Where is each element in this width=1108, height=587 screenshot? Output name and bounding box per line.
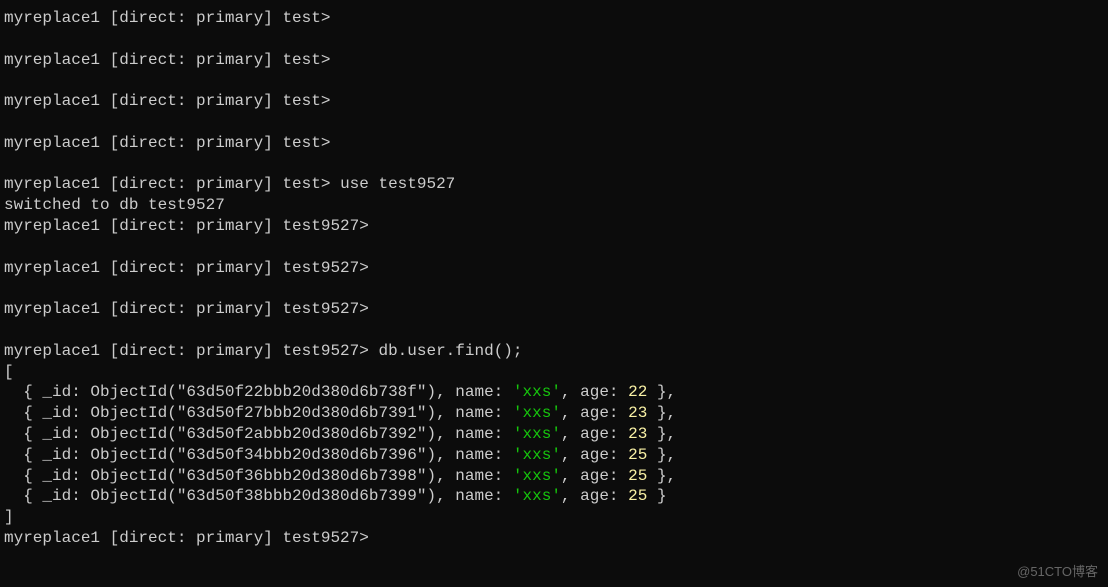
quote-icon: ': [513, 487, 523, 505]
record-mid: , age:: [561, 383, 628, 401]
result-record: { _id: ObjectId("63d50f2abbb20d380d6b739…: [0, 424, 1108, 445]
blank-line: [0, 320, 1108, 341]
result-record: { _id: ObjectId("63d50f38bbb20d380d6b739…: [0, 486, 1108, 507]
result-record: { _id: ObjectId("63d50f22bbb20d380d6b738…: [0, 382, 1108, 403]
quote-icon: ': [551, 467, 561, 485]
quote-icon: ': [551, 383, 561, 401]
result-bracket-open: [: [0, 362, 1108, 383]
blank-line: [0, 29, 1108, 50]
result-record: { _id: ObjectId("63d50f36bbb20d380d6b739…: [0, 466, 1108, 487]
record-suffix: },: [647, 383, 676, 401]
blank-line: [0, 70, 1108, 91]
prompt-test9527: myreplace1 [direct: primary] test9527>: [4, 300, 369, 318]
prompt-test9527: myreplace1 [direct: primary] test9527>: [4, 529, 369, 547]
record-age: 23: [628, 404, 647, 422]
prompt-test: myreplace1 [direct: primary] test>: [4, 134, 330, 152]
result-record: { _id: ObjectId("63d50f27bbb20d380d6b739…: [0, 403, 1108, 424]
record-prefix: { _id: ObjectId("63d50f36bbb20d380d6b739…: [4, 467, 513, 485]
find-command: db.user.find();: [378, 342, 522, 360]
result-bracket-close: ]: [0, 507, 1108, 528]
record-prefix: { _id: ObjectId("63d50f22bbb20d380d6b738…: [4, 383, 513, 401]
command-line: myreplace1 [direct: primary] test9527> d…: [0, 341, 1108, 362]
record-suffix: },: [647, 425, 676, 443]
switched-message: switched to db test9527: [4, 196, 225, 214]
use-command: use test9527: [340, 175, 455, 193]
record-mid: , age:: [561, 467, 628, 485]
record-suffix: },: [647, 467, 676, 485]
record-name: xxs: [523, 446, 552, 464]
quote-icon: ': [551, 425, 561, 443]
prompt-line[interactable]: myreplace1 [direct: primary] test9527>: [0, 528, 1108, 549]
quote-icon: ': [513, 404, 523, 422]
quote-icon: ': [551, 487, 561, 505]
prompt-test9527: myreplace1 [direct: primary] test9527>: [4, 259, 369, 277]
quote-icon: ': [551, 404, 561, 422]
prompt-test: myreplace1 [direct: primary] test>: [4, 51, 330, 69]
prompt-test9527: myreplace1 [direct: primary] test9527>: [4, 217, 369, 235]
record-mid: , age:: [561, 487, 628, 505]
record-age: 23: [628, 425, 647, 443]
quote-icon: ': [513, 446, 523, 464]
record-name: xxs: [523, 487, 552, 505]
prompt-line: myreplace1 [direct: primary] test>: [0, 133, 1108, 154]
blank-line: [0, 237, 1108, 258]
result-record: { _id: ObjectId("63d50f34bbb20d380d6b739…: [0, 445, 1108, 466]
blank-line: [0, 154, 1108, 175]
prompt-line: myreplace1 [direct: primary] test>: [0, 91, 1108, 112]
prompt-line: myreplace1 [direct: primary] test>: [0, 8, 1108, 29]
record-prefix: { _id: ObjectId("63d50f2abbb20d380d6b739…: [4, 425, 513, 443]
prompt-line: myreplace1 [direct: primary] test9527>: [0, 299, 1108, 320]
record-name: xxs: [523, 404, 552, 422]
prompt-test9527: myreplace1 [direct: primary] test9527>: [4, 342, 369, 360]
prompt-line: myreplace1 [direct: primary] test>: [0, 50, 1108, 71]
quote-icon: ': [513, 383, 523, 401]
watermark: @51CTO博客: [1017, 564, 1098, 581]
record-name: xxs: [523, 425, 552, 443]
record-age: 22: [628, 383, 647, 401]
record-suffix: }: [647, 487, 666, 505]
blank-line: [0, 112, 1108, 133]
output-line: switched to db test9527: [0, 195, 1108, 216]
blank-line: [0, 278, 1108, 299]
record-suffix: },: [647, 446, 676, 464]
quote-icon: ': [551, 446, 561, 464]
quote-icon: ': [513, 467, 523, 485]
record-prefix: { _id: ObjectId("63d50f38bbb20d380d6b739…: [4, 487, 513, 505]
command-line: myreplace1 [direct: primary] test> use t…: [0, 174, 1108, 195]
prompt-line: myreplace1 [direct: primary] test9527>: [0, 216, 1108, 237]
record-mid: , age:: [561, 425, 628, 443]
record-age: 25: [628, 487, 647, 505]
record-prefix: { _id: ObjectId("63d50f34bbb20d380d6b739…: [4, 446, 513, 464]
quote-icon: ': [513, 425, 523, 443]
records-container: { _id: ObjectId("63d50f22bbb20d380d6b738…: [0, 382, 1108, 507]
record-age: 25: [628, 467, 647, 485]
record-mid: , age:: [561, 446, 628, 464]
record-age: 25: [628, 446, 647, 464]
record-suffix: },: [647, 404, 676, 422]
prompt-test: myreplace1 [direct: primary] test>: [4, 92, 330, 110]
prompt-test: myreplace1 [direct: primary] test>: [4, 9, 330, 27]
record-mid: , age:: [561, 404, 628, 422]
prompt-test: myreplace1 [direct: primary] test>: [4, 175, 330, 193]
record-name: xxs: [523, 467, 552, 485]
record-name: xxs: [523, 383, 552, 401]
record-prefix: { _id: ObjectId("63d50f27bbb20d380d6b739…: [4, 404, 513, 422]
prompt-line: myreplace1 [direct: primary] test9527>: [0, 258, 1108, 279]
